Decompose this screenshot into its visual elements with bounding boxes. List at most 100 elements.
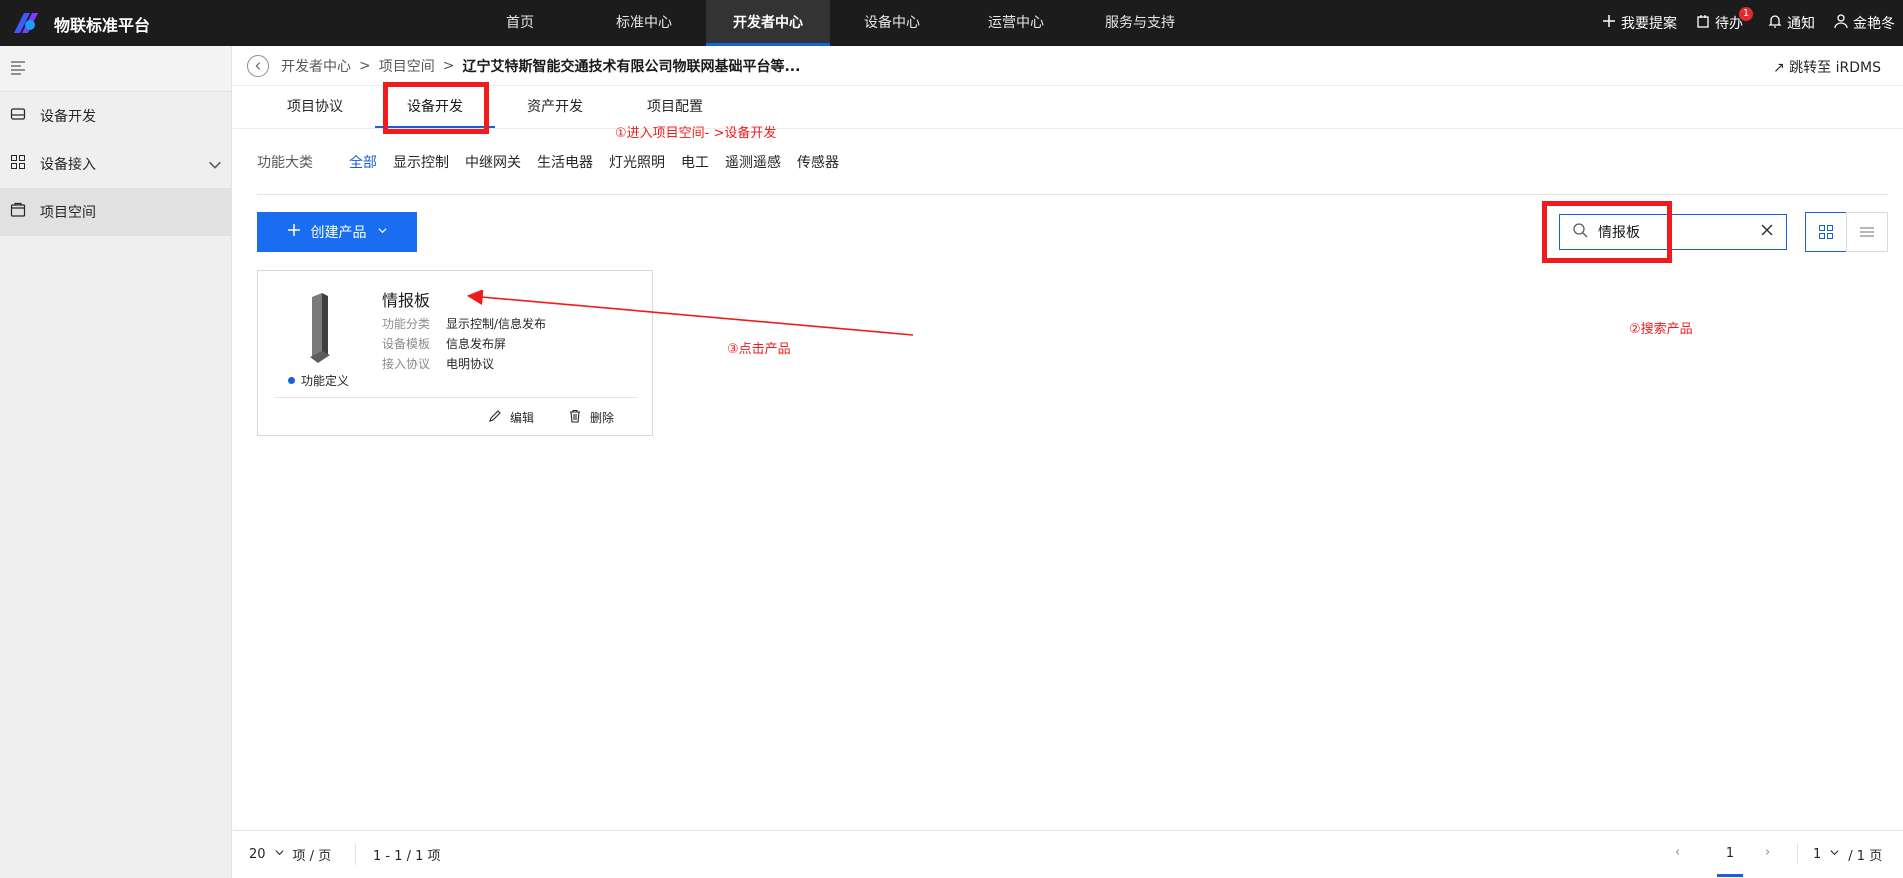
- page-range: 1 - 1 / 1 项: [373, 849, 441, 864]
- chevron-right-icon: ›: [1765, 845, 1771, 860]
- filter-relay-gateway[interactable]: 中继网关: [465, 152, 521, 172]
- tab-project-protocol[interactable]: 项目协议: [255, 86, 375, 128]
- prev-page-button[interactable]: ‹: [1675, 845, 1680, 860]
- row-key: 功能分类: [382, 317, 431, 331]
- annotation-box-device-dev-tab: [383, 82, 489, 134]
- edit-label: 编辑: [510, 411, 535, 425]
- breadcrumb: 开发者中心 > 项目空间 > 辽宁艾特斯智能交通技术有限公司物联网基础平台等..…: [233, 46, 1903, 86]
- nav-service-support[interactable]: 服务与支持: [1078, 0, 1202, 46]
- platform-logo-icon[interactable]: [12, 11, 40, 35]
- page-size-value: 20: [249, 847, 266, 862]
- annotation-box-search: [1542, 201, 1672, 263]
- top-bar: 物联标准平台 首页 标准中心 开发者中心 设备中心 运营中心 服务与支持 我要提…: [0, 0, 1903, 46]
- main-nav: 首页 标准中心 开发者中心 设备中心 运营中心 服务与支持: [458, 0, 1202, 46]
- category-filters: 功能大类 全部 显示控制 中继网关 生活电器 灯光照明 电工 遥测遥感 传感器: [257, 152, 855, 172]
- nav-standard-center[interactable]: 标准中心: [582, 0, 706, 46]
- sidebar: 设备开发 设备接入 项目空间: [0, 46, 232, 878]
- page-size-select[interactable]: 20 项 / 页: [249, 845, 331, 864]
- product-name[interactable]: 情报板: [382, 287, 430, 311]
- clear-icon[interactable]: [1760, 223, 1774, 241]
- notify-button[interactable]: 通知: [1767, 13, 1815, 33]
- info-board-device-image: [306, 293, 334, 365]
- row-key: 接入协议: [382, 357, 431, 371]
- row-key: 设备模板: [382, 337, 431, 351]
- device-icon: [10, 106, 26, 126]
- delete-label: 删除: [590, 411, 615, 425]
- filter-appliance[interactable]: 生活电器: [537, 152, 593, 172]
- back-button[interactable]: [247, 54, 269, 77]
- status-label: 功能定义: [301, 374, 350, 388]
- sidebar-item-device-dev[interactable]: 设备开发: [0, 92, 231, 140]
- arrow-up-right-icon: ↗: [1772, 60, 1785, 76]
- page-jump-select[interactable]: 1 / 1 页: [1813, 845, 1882, 864]
- folder-icon: [10, 202, 26, 222]
- pagination: 20 项 / 页 1 - 1 / 1 项 ‹ 1 › 1 / 1 页: [233, 830, 1903, 878]
- pencil-icon: [488, 409, 502, 426]
- plus-icon: [287, 223, 301, 241]
- sidebar-item-label: 设备开发: [40, 109, 96, 125]
- delete-button[interactable]: 删除: [568, 409, 614, 426]
- grid-view-button[interactable]: [1805, 212, 1847, 252]
- user-icon: [1833, 13, 1849, 33]
- sidebar-toggle-button[interactable]: [0, 46, 231, 92]
- filter-lighting[interactable]: 灯光照明: [609, 152, 665, 172]
- page-number-current[interactable]: 1: [1717, 839, 1743, 877]
- grid-view-icon: [1819, 225, 1833, 239]
- propose-button[interactable]: 我要提案: [1601, 13, 1677, 33]
- chevron-left-icon: [255, 61, 261, 70]
- bell-icon: [1767, 13, 1783, 33]
- plus-icon: [1601, 13, 1617, 33]
- nav-device-center[interactable]: 设备中心: [830, 0, 954, 46]
- menu-icon: [10, 59, 26, 79]
- notify-label: 通知: [1787, 16, 1815, 32]
- create-product-label: 创建产品: [310, 225, 367, 241]
- sidebar-item-label: 设备接入: [40, 157, 96, 173]
- grid-icon: [10, 154, 26, 174]
- tab-asset-dev[interactable]: 资产开发: [495, 86, 615, 128]
- pager-divider: [1797, 843, 1798, 865]
- nav-operation-center[interactable]: 运营中心: [954, 0, 1078, 46]
- list-view-button[interactable]: [1846, 212, 1888, 252]
- next-page-button[interactable]: ›: [1765, 845, 1770, 860]
- main-content: 开发者中心 > 项目空间 > 辽宁艾特斯智能交通技术有限公司物联网基础平台等..…: [233, 46, 1903, 878]
- user-menu[interactable]: 金艳冬: [1833, 13, 1895, 33]
- annotation-step3: ③点击产品: [727, 342, 791, 357]
- sidebar-item-label: 项目空间: [40, 205, 96, 221]
- edit-button[interactable]: 编辑: [488, 409, 534, 426]
- sidebar-item-project-space[interactable]: 项目空间: [0, 188, 231, 236]
- filter-electrical[interactable]: 电工: [681, 152, 709, 172]
- user-name: 金艳冬: [1853, 16, 1895, 32]
- chevron-left-icon: ‹: [1675, 845, 1681, 860]
- chevron-down-icon: [274, 847, 285, 862]
- status-dot: [288, 377, 295, 384]
- breadcrumb-current: 辽宁艾特斯智能交通技术有限公司物联网基础平台等...: [462, 58, 801, 75]
- filter-label: 功能大类: [257, 155, 313, 171]
- filter-sensor[interactable]: 传感器: [797, 152, 839, 172]
- chevron-right-icon: >: [442, 57, 455, 74]
- breadcrumb-project-space[interactable]: 项目空间: [379, 56, 435, 76]
- nav-home[interactable]: 首页: [458, 0, 582, 46]
- annotation-step2: ②搜索产品: [1629, 322, 1693, 337]
- jump-irdms-link[interactable]: ↗ 跳转至 iRDMS: [1773, 57, 1881, 77]
- total-pages: / 1 页: [1848, 849, 1883, 864]
- trash-icon: [568, 409, 582, 426]
- brand-title: 物联标准平台: [54, 16, 151, 35]
- chevron-down-icon[interactable]: [207, 157, 221, 169]
- filter-telemetry[interactable]: 遥测遥感: [725, 152, 781, 172]
- card-divider: [274, 397, 638, 398]
- chevron-right-icon: >: [359, 57, 371, 74]
- chevron-down-icon: [1829, 847, 1840, 862]
- list-view-icon: [1860, 227, 1874, 237]
- jump-label: 跳转至 iRDMS: [1789, 60, 1881, 76]
- annotation-arrow-icon: [466, 290, 914, 336]
- top-right-tools: 我要提案 待办 1 通知 金艳冬: [1601, 0, 1895, 46]
- page-size-unit: 项 / 页: [292, 849, 332, 864]
- nav-developer-center[interactable]: 开发者中心: [706, 0, 830, 46]
- create-product-button[interactable]: 创建产品: [257, 212, 417, 252]
- todo-button[interactable]: 待办 1: [1695, 7, 1753, 33]
- sidebar-item-device-access[interactable]: 设备接入: [0, 140, 231, 188]
- todo-icon: [1695, 13, 1711, 33]
- breadcrumb-developer-center[interactable]: 开发者中心: [281, 56, 351, 76]
- filter-all[interactable]: 全部: [349, 152, 377, 172]
- filter-display-control[interactable]: 显示控制: [393, 152, 449, 172]
